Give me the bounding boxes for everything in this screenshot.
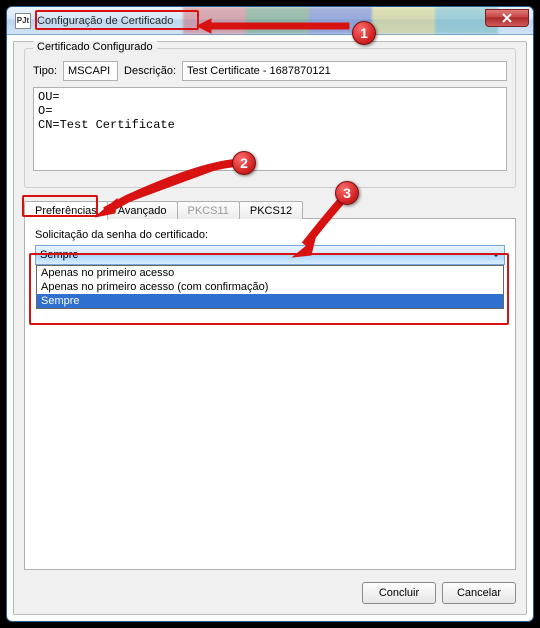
descricao-label: Descrição: [124,65,176,77]
cancelar-button[interactable]: Cancelar [442,582,516,604]
tipo-field[interactable] [63,61,118,81]
tipo-label: Tipo: [33,65,57,77]
descricao-field[interactable] [182,61,507,81]
group-legend: Certificado Configurado [33,41,157,53]
dialog-buttons: Concluir Cancelar [362,582,516,604]
callout-badge-1: 1 [352,21,376,45]
password-prompt-label: Solicitação da senha do certificado: [35,229,505,241]
app-icon: PJt [15,13,31,29]
close-button[interactable] [485,9,529,27]
dialog-window: PJt Configuração de Certificado Certific… [6,6,534,622]
concluir-button[interactable]: Concluir [362,582,436,604]
callout-badge-3: 3 [335,181,359,205]
callout-arrow-1 [197,17,357,39]
callout-box-combo [29,253,509,325]
callout-badge-2: 2 [232,151,256,175]
callout-arrow-3 [287,197,357,267]
close-icon [502,13,512,23]
callout-arrow-2 [87,159,237,219]
callout-box-title [35,10,199,30]
client-area: Certificado Configurado Tipo: Descrição:… [13,41,527,615]
